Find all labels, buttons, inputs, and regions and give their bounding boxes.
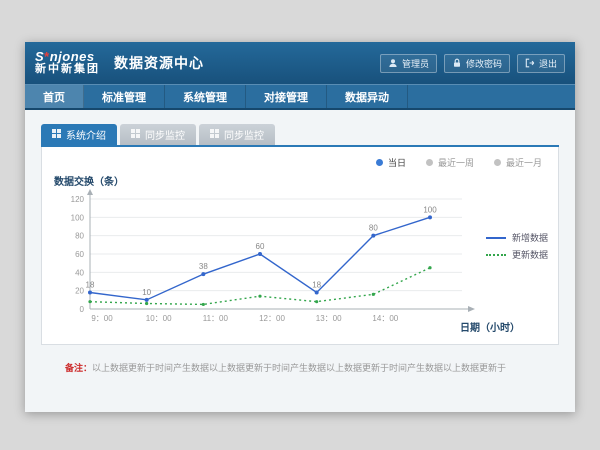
admin-button[interactable]: 管理员 bbox=[380, 54, 437, 73]
svg-text:12：00: 12：00 bbox=[259, 314, 285, 323]
solid-line-icon bbox=[486, 237, 506, 239]
svg-text:14：00: 14：00 bbox=[372, 314, 398, 323]
lock-icon bbox=[452, 58, 462, 68]
filter-label: 最近一月 bbox=[506, 156, 542, 169]
legend-new-data[interactable]: 新增数据 bbox=[486, 229, 548, 246]
svg-text:9：00: 9：00 bbox=[91, 314, 113, 323]
grid-icon bbox=[131, 129, 140, 141]
tab-sync-monitor-2[interactable]: 同步监控 bbox=[199, 124, 275, 145]
nav-item-connection-mgmt[interactable]: 对接管理 bbox=[246, 85, 327, 108]
grid-icon bbox=[210, 129, 219, 141]
legend-update-data[interactable]: 更新数据 bbox=[486, 246, 548, 263]
y-axis-title: 数据交换（条） bbox=[54, 173, 124, 188]
x-axis-title: 日期（小时） bbox=[460, 319, 520, 334]
dotted-line-icon bbox=[486, 254, 506, 256]
svg-text:100: 100 bbox=[71, 213, 85, 222]
header: S*njones 新中新集团 数据资源中心 管理员 修改密码 退出 bbox=[25, 42, 575, 84]
filter-today[interactable]: 当日 bbox=[376, 156, 406, 169]
filter-last-week[interactable]: 最近一周 bbox=[426, 156, 474, 169]
logout-button[interactable]: 退出 bbox=[517, 54, 565, 73]
svg-text:0: 0 bbox=[80, 305, 85, 314]
tab-label: 同步监控 bbox=[224, 127, 264, 142]
logo-company: 新中新集团 bbox=[35, 64, 100, 76]
nav-item-system-mgmt[interactable]: 系统管理 bbox=[165, 85, 246, 108]
change-password-label: 修改密码 bbox=[466, 57, 502, 70]
svg-text:20: 20 bbox=[75, 287, 84, 296]
main-nav: 首页 标准管理 系统管理 对接管理 数据异动 bbox=[25, 84, 575, 110]
svg-text:80: 80 bbox=[369, 224, 378, 233]
header-actions: 管理员 修改密码 退出 bbox=[380, 54, 565, 73]
nav-item-standard-mgmt[interactable]: 标准管理 bbox=[84, 85, 165, 108]
svg-text:11：00: 11：00 bbox=[203, 314, 229, 323]
dot-icon bbox=[426, 159, 433, 166]
content-area: 系统介绍 同步监控 同步监控 当日 最近一周 最近一月 数据交换（条） 0 20 4… bbox=[25, 110, 575, 374]
series-legend: 新增数据 更新数据 bbox=[486, 229, 548, 263]
tab-system-intro[interactable]: 系统介绍 bbox=[41, 124, 117, 145]
logout-label: 退出 bbox=[539, 57, 557, 70]
logout-icon bbox=[525, 58, 535, 68]
footnote-text: 以上数据更新于时间产生数据以上数据更新于时间产生数据以上数据更新于时间产生数据以… bbox=[92, 363, 506, 373]
svg-text:18: 18 bbox=[86, 281, 95, 290]
svg-text:13：00: 13：00 bbox=[316, 314, 342, 323]
nav-item-data-change[interactable]: 数据异动 bbox=[327, 85, 408, 108]
tab-label: 系统介绍 bbox=[66, 127, 106, 142]
user-icon bbox=[388, 58, 398, 68]
page-title: 数据资源中心 bbox=[114, 53, 204, 73]
svg-text:38: 38 bbox=[199, 262, 208, 271]
change-password-button[interactable]: 修改密码 bbox=[444, 54, 510, 73]
filter-label: 最近一周 bbox=[438, 156, 474, 169]
logo-brand: S*njones bbox=[35, 50, 100, 64]
svg-text:10: 10 bbox=[142, 288, 151, 297]
svg-text:18: 18 bbox=[312, 281, 321, 290]
svg-text:80: 80 bbox=[75, 232, 84, 241]
footnote-label: 备注： bbox=[65, 363, 92, 373]
admin-label: 管理员 bbox=[402, 57, 429, 70]
svg-text:40: 40 bbox=[75, 268, 84, 277]
dot-icon bbox=[376, 159, 383, 166]
filter-label: 当日 bbox=[388, 156, 406, 169]
dot-icon bbox=[494, 159, 501, 166]
nav-item-home[interactable]: 首页 bbox=[25, 85, 84, 108]
svg-text:100: 100 bbox=[423, 205, 437, 214]
logo: S*njones 新中新集团 bbox=[35, 50, 100, 75]
chart-panel: 当日 最近一周 最近一月 数据交换（条） 0 20 40 60 80 100 120 9：00… bbox=[41, 147, 559, 345]
svg-text:60: 60 bbox=[256, 242, 265, 251]
chart-filters: 当日 最近一周 最近一月 bbox=[376, 156, 542, 169]
svg-text:120: 120 bbox=[71, 195, 85, 204]
tab-sync-monitor-1[interactable]: 同步监控 bbox=[120, 124, 196, 145]
legend-label: 新增数据 bbox=[512, 231, 548, 244]
footnote: 备注：以上数据更新于时间产生数据以上数据更新于时间产生数据以上数据更新于时间产生… bbox=[41, 361, 559, 374]
tab-label: 同步监控 bbox=[145, 127, 185, 142]
line-chart: 0 20 40 60 80 100 120 9：00 10：00 11：00 12：00 13：00 1… bbox=[50, 187, 490, 335]
legend-label: 更新数据 bbox=[512, 248, 548, 261]
grid-icon bbox=[52, 129, 61, 141]
tab-bar: 系统介绍 同步监控 同步监控 bbox=[41, 124, 559, 145]
svg-text:60: 60 bbox=[75, 250, 84, 259]
svg-text:10：00: 10：00 bbox=[146, 314, 172, 323]
filter-last-month[interactable]: 最近一月 bbox=[494, 156, 542, 169]
app-window: S*njones 新中新集团 数据资源中心 管理员 修改密码 退出 首页 标准管… bbox=[25, 42, 575, 412]
